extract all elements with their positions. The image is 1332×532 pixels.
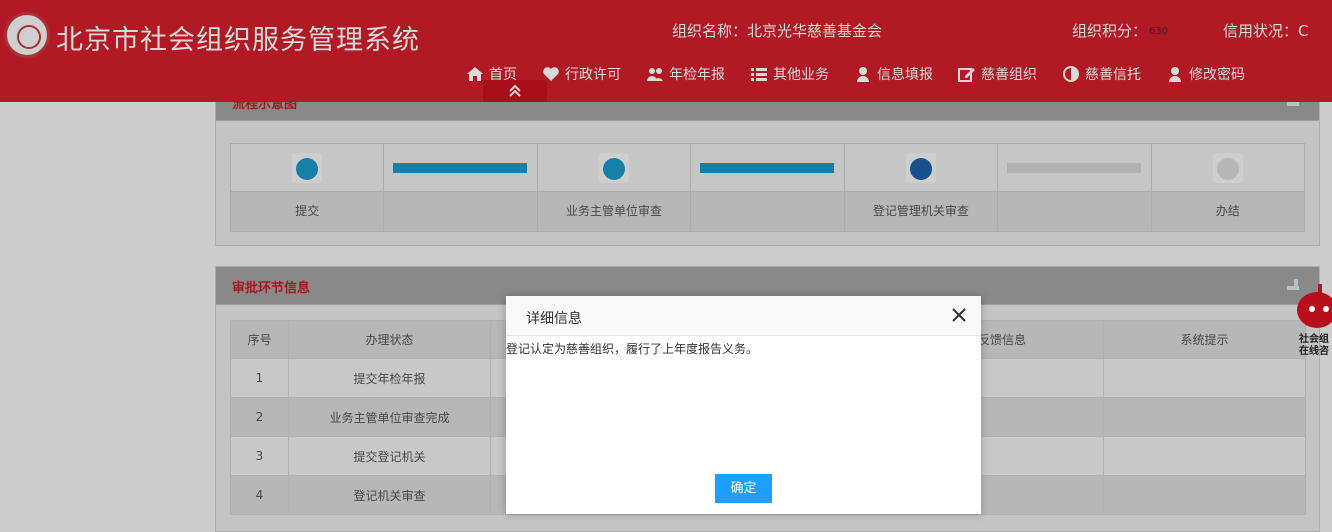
- nav-label: 慈善信托: [1085, 67, 1141, 83]
- step-dot: [909, 158, 932, 180]
- home-icon: [467, 67, 483, 81]
- step-dot: [602, 158, 625, 180]
- credit-status: 信用状况：C: [1223, 22, 1309, 40]
- logo-icon: [4, 12, 50, 58]
- user-icon: [1169, 67, 1181, 82]
- main-nav: 首页 行政许可 年检年报 其他业务 信息填报 慈善组织 慈善信托 修改密码: [466, 62, 1245, 86]
- row-status: 业务主管单位审查完成: [288, 397, 491, 437]
- row-number: 4: [230, 475, 289, 515]
- row-tip: [1103, 397, 1306, 437]
- step-label: 办结: [1151, 192, 1304, 231]
- row-number: 3: [230, 436, 289, 476]
- close-icon[interactable]: [951, 307, 967, 323]
- flow-step: 提交: [231, 144, 385, 231]
- flow-connector: [384, 144, 538, 231]
- row-tip: [1103, 436, 1306, 476]
- nav-other-business[interactable]: 其他业务: [750, 62, 829, 86]
- step-label: 业务主管单位审查: [537, 192, 691, 231]
- flow-step: 登记管理机关审查: [844, 144, 999, 231]
- flow-step: 业务主管单位审查: [537, 144, 692, 231]
- robot-eye: [1309, 306, 1315, 312]
- nav-label: 慈善组织: [981, 67, 1037, 83]
- chat-label: 社会组 在线咨: [1299, 334, 1329, 357]
- nav-info-fill[interactable]: 信息填报: [854, 62, 933, 86]
- flow-diagram: 提交 业务主管单位审查 登记管理机关审查 办结: [230, 143, 1305, 232]
- app-header: 北京市社会组织服务管理系统 组织名称：北京光华慈善基金会 组织积分： 630 信…: [0, 0, 1332, 102]
- list-icon: [751, 68, 767, 81]
- flow-connector: [691, 144, 845, 231]
- row-status: 登记机关审查: [288, 475, 491, 515]
- column-header: 序号: [230, 320, 289, 359]
- dialog-title: 详细信息: [526, 311, 582, 327]
- row-number: 2: [230, 397, 289, 437]
- nav-label: 信息填报: [877, 67, 933, 83]
- step-label: 提交: [231, 192, 384, 231]
- system-title: 北京市社会组织服务管理系统: [56, 25, 420, 56]
- nav-label: 行政许可: [565, 67, 621, 83]
- row-tip: [1103, 475, 1306, 515]
- nav-charity-org[interactable]: 慈善组织: [958, 62, 1037, 86]
- double-chevron-up-icon: [509, 84, 521, 97]
- panel-title: 审批环节信息: [232, 281, 311, 296]
- nav-label: 年检年报: [669, 67, 725, 83]
- row-number: 1: [230, 358, 289, 398]
- edit-icon: [958, 68, 975, 82]
- progress-bar: [393, 163, 528, 173]
- user-icon: [857, 67, 869, 82]
- dialog-message: 登记认定为慈善组织，履行了上年度报告义务。: [506, 342, 759, 356]
- nav-annual-report[interactable]: 年检年报: [646, 62, 725, 86]
- org-name: 组织名称：北京光华慈善基金会: [672, 22, 883, 40]
- flow-connector: [998, 144, 1152, 231]
- step-dot: [296, 158, 318, 180]
- org-score-label: 组织积分：: [1072, 22, 1148, 40]
- org-score-value: 630: [1149, 26, 1169, 37]
- nav-change-password[interactable]: 修改密码: [1166, 62, 1245, 86]
- progress-bar: [700, 163, 835, 173]
- online-consult-widget[interactable]: 社会组 在线咨: [1287, 282, 1332, 362]
- detail-dialog: 详细信息 登记认定为慈善组织，履行了上年度报告义务。 确定: [506, 296, 981, 514]
- robot-eye: [1323, 306, 1329, 312]
- flow-step: 办结: [1151, 144, 1304, 231]
- row-status: 提交年检年报: [288, 358, 491, 398]
- column-header: 系统提示: [1103, 320, 1306, 359]
- half-circle-icon: [1063, 66, 1079, 82]
- step-dot: [1216, 158, 1239, 180]
- dialog-header: 详细信息: [506, 296, 981, 336]
- nav-label: 修改密码: [1189, 67, 1245, 83]
- row-tip: [1103, 358, 1306, 398]
- column-header: 办理状态: [288, 320, 491, 359]
- confirm-button[interactable]: 确定: [715, 474, 772, 503]
- collapse-header-button[interactable]: [483, 80, 547, 102]
- users-icon: [647, 68, 663, 81]
- flow-panel: 流程示意图 提交 业务主管单位审查 登记管理机关审查 办结: [215, 82, 1320, 246]
- row-status: 提交登记机关: [288, 436, 491, 476]
- nav-charity-trust[interactable]: 慈善信托: [1062, 62, 1141, 86]
- nav-label: 其他业务: [773, 67, 829, 83]
- step-label: 登记管理机关审查: [844, 192, 998, 231]
- progress-bar: [1007, 163, 1142, 173]
- nav-admin-license[interactable]: 行政许可: [542, 62, 621, 86]
